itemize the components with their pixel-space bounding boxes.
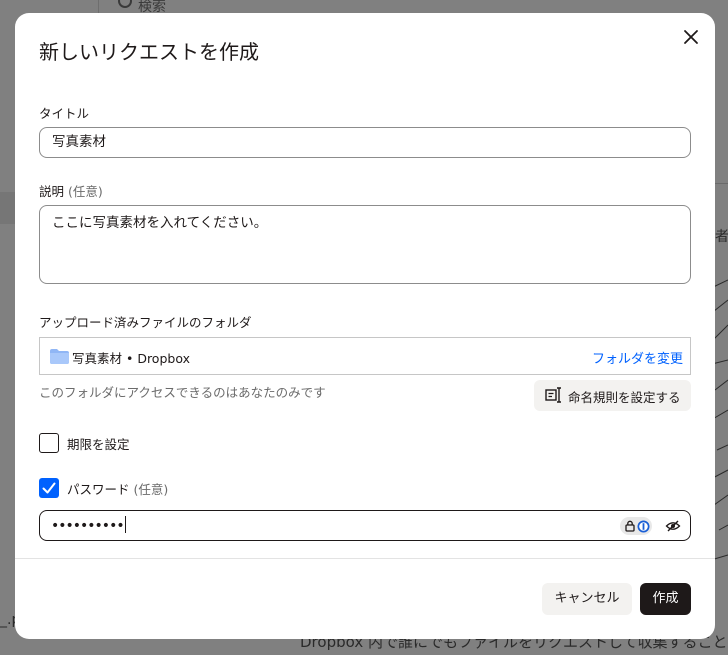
password-manager-icon: [637, 520, 650, 532]
change-folder-link[interactable]: フォルダを変更: [592, 348, 683, 367]
folder-field-label: アップロード済みファイルのフォルダ: [39, 315, 252, 330]
background-column-text: 者: [715, 229, 728, 245]
deadline-label: 期限を設定: [67, 437, 130, 452]
deadline-checkbox[interactable]: [39, 433, 59, 453]
folder-selector: 写真素材 • Dropbox フォルダを変更: [39, 337, 691, 375]
folder-icon: [50, 349, 69, 364]
password-value: ••••••••••: [51, 516, 126, 534]
new-request-dialog: 新しいリクエストを作成 タイトル 写真素材 説明 (任意) ここに写真素材を入れ…: [15, 13, 715, 639]
eye-slash-icon[interactable]: [665, 518, 681, 534]
footer-divider: [15, 558, 715, 559]
title-field-label: タイトル: [39, 103, 89, 122]
password-manager-badge[interactable]: [620, 517, 652, 535]
naming-rule-button[interactable]: 命名規則を設定する: [534, 380, 691, 411]
cancel-button[interactable]: キャンセル: [542, 583, 632, 615]
password-label: パスワード (任意): [67, 479, 168, 498]
close-icon: [684, 30, 698, 44]
dialog-title: 新しいリクエストを作成: [39, 40, 259, 64]
description-textarea[interactable]: ここに写真素材を入れてください。: [39, 205, 691, 284]
close-button[interactable]: [679, 25, 703, 49]
password-dots: ••••••••••: [51, 518, 125, 534]
checkmark-icon: [42, 482, 56, 494]
background-divider: [714, 183, 728, 184]
naming-rule-icon: [545, 387, 561, 403]
password-label-text: パスワード: [67, 482, 130, 497]
description-label-text: 説明: [39, 184, 65, 199]
create-button[interactable]: 作成: [640, 583, 691, 615]
title-label-text: タイトル: [39, 106, 90, 121]
description-optional-text: (任意): [68, 184, 103, 199]
background-sidebar-row: [0, 192, 15, 224]
text-caret: [124, 516, 126, 533]
folder-name: 写真素材 • Dropbox: [72, 351, 190, 366]
title-input[interactable]: 写真素材: [39, 127, 691, 158]
naming-rule-label: 命名規則を設定する: [568, 390, 681, 405]
password-checkbox[interactable]: [39, 478, 59, 498]
description-field-label: 説明 (任意): [39, 181, 103, 200]
folder-access-note: このフォルダにアクセスできるのはあなたのみです: [39, 385, 326, 400]
lock-icon: [625, 520, 635, 532]
password-input[interactable]: ••••••••••: [39, 510, 691, 541]
password-optional-text: (任意): [133, 482, 169, 497]
